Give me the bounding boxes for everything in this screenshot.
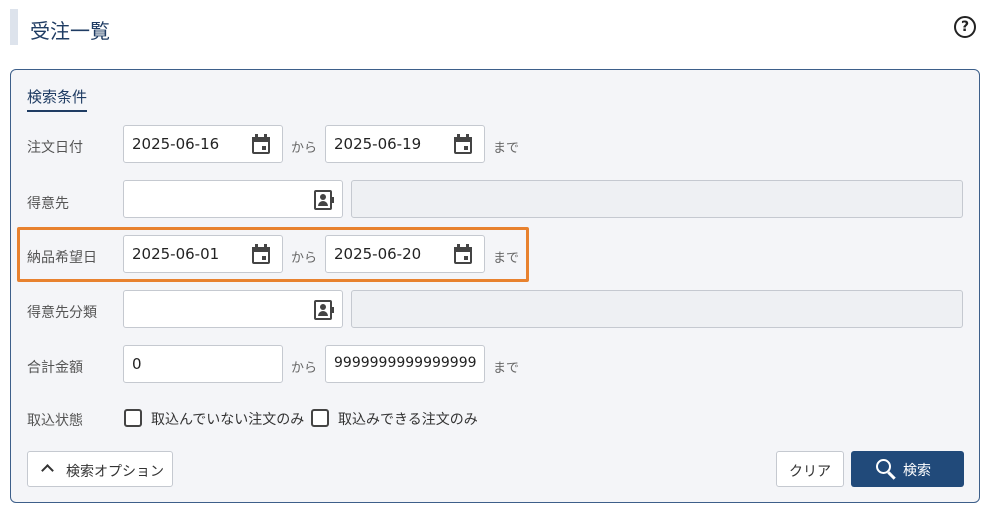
importable-label[interactable]: 取込みできる注文のみ [338,409,478,429]
to-separator: まで [493,361,520,376]
calendar-icon[interactable] [454,134,474,154]
customer-label: 得意先 [27,196,69,212]
total-amount-from-input[interactable]: 0 [123,345,283,383]
customer-code-input[interactable] [123,180,343,218]
to-separator: まで [493,251,520,266]
customer-name-field [351,180,963,218]
search-label: 検索 [903,463,931,479]
total-amount-to-value: 9999999999999999 [334,355,477,371]
delivery-date-from-value: 2025-06-01 [132,245,220,263]
calendar-icon[interactable] [252,244,272,264]
delivery-date-from-input[interactable]: 2025-06-01 [123,235,283,273]
chevron-up-icon [41,464,54,477]
customer-category-code-input[interactable] [123,290,343,328]
not-imported-checkbox[interactable] [124,409,142,427]
search-button[interactable]: 検索 [851,451,964,487]
delivery-date-to-value: 2025-06-20 [334,245,422,263]
order-date-to-value: 2025-06-19 [334,135,422,153]
order-date-label: 注文日付 [27,140,83,156]
not-imported-label[interactable]: 取込んでいない注文のみ [151,409,304,429]
to-separator: まで [493,141,520,156]
total-amount-to-input[interactable]: 9999999999999999 [325,345,485,383]
import-status-label: 取込状態 [27,413,83,429]
page-title: 受注一覧 [30,19,110,43]
help-icon[interactable]: ? [954,16,976,38]
customer-category-name-field [351,290,963,328]
from-separator: から [291,361,318,376]
search-panel: 検索条件 注文日付 2025-06-16 から 2025-06-19 まで 得意… [10,69,980,503]
calendar-icon[interactable] [454,244,474,264]
order-date-from-input[interactable]: 2025-06-16 [123,125,283,163]
calendar-icon[interactable] [252,134,272,154]
customer-category-label: 得意先分類 [27,305,97,321]
title-accent-bar [10,9,18,45]
panel-title: 検索条件 [27,86,88,112]
clear-label: クリア [789,464,831,480]
from-separator: から [291,141,318,156]
clear-button[interactable]: クリア [776,451,844,487]
importable-checkbox[interactable] [311,409,329,427]
delivery-date-label: 納品希望日 [27,250,97,266]
from-separator: から [291,251,318,266]
order-date-from-value: 2025-06-16 [132,135,220,153]
contact-book-icon[interactable] [314,300,334,320]
search-icon [876,459,898,481]
delivery-date-to-input[interactable]: 2025-06-20 [325,235,485,273]
order-date-to-input[interactable]: 2025-06-19 [325,125,485,163]
search-options-button[interactable]: 検索オプション [27,451,173,487]
page-header: 受注一覧 ? [10,9,976,45]
search-options-label: 検索オプション [66,464,164,480]
total-amount-label: 合計金額 [27,360,83,376]
contact-book-icon[interactable] [314,190,334,210]
total-amount-from-value: 0 [132,355,142,373]
